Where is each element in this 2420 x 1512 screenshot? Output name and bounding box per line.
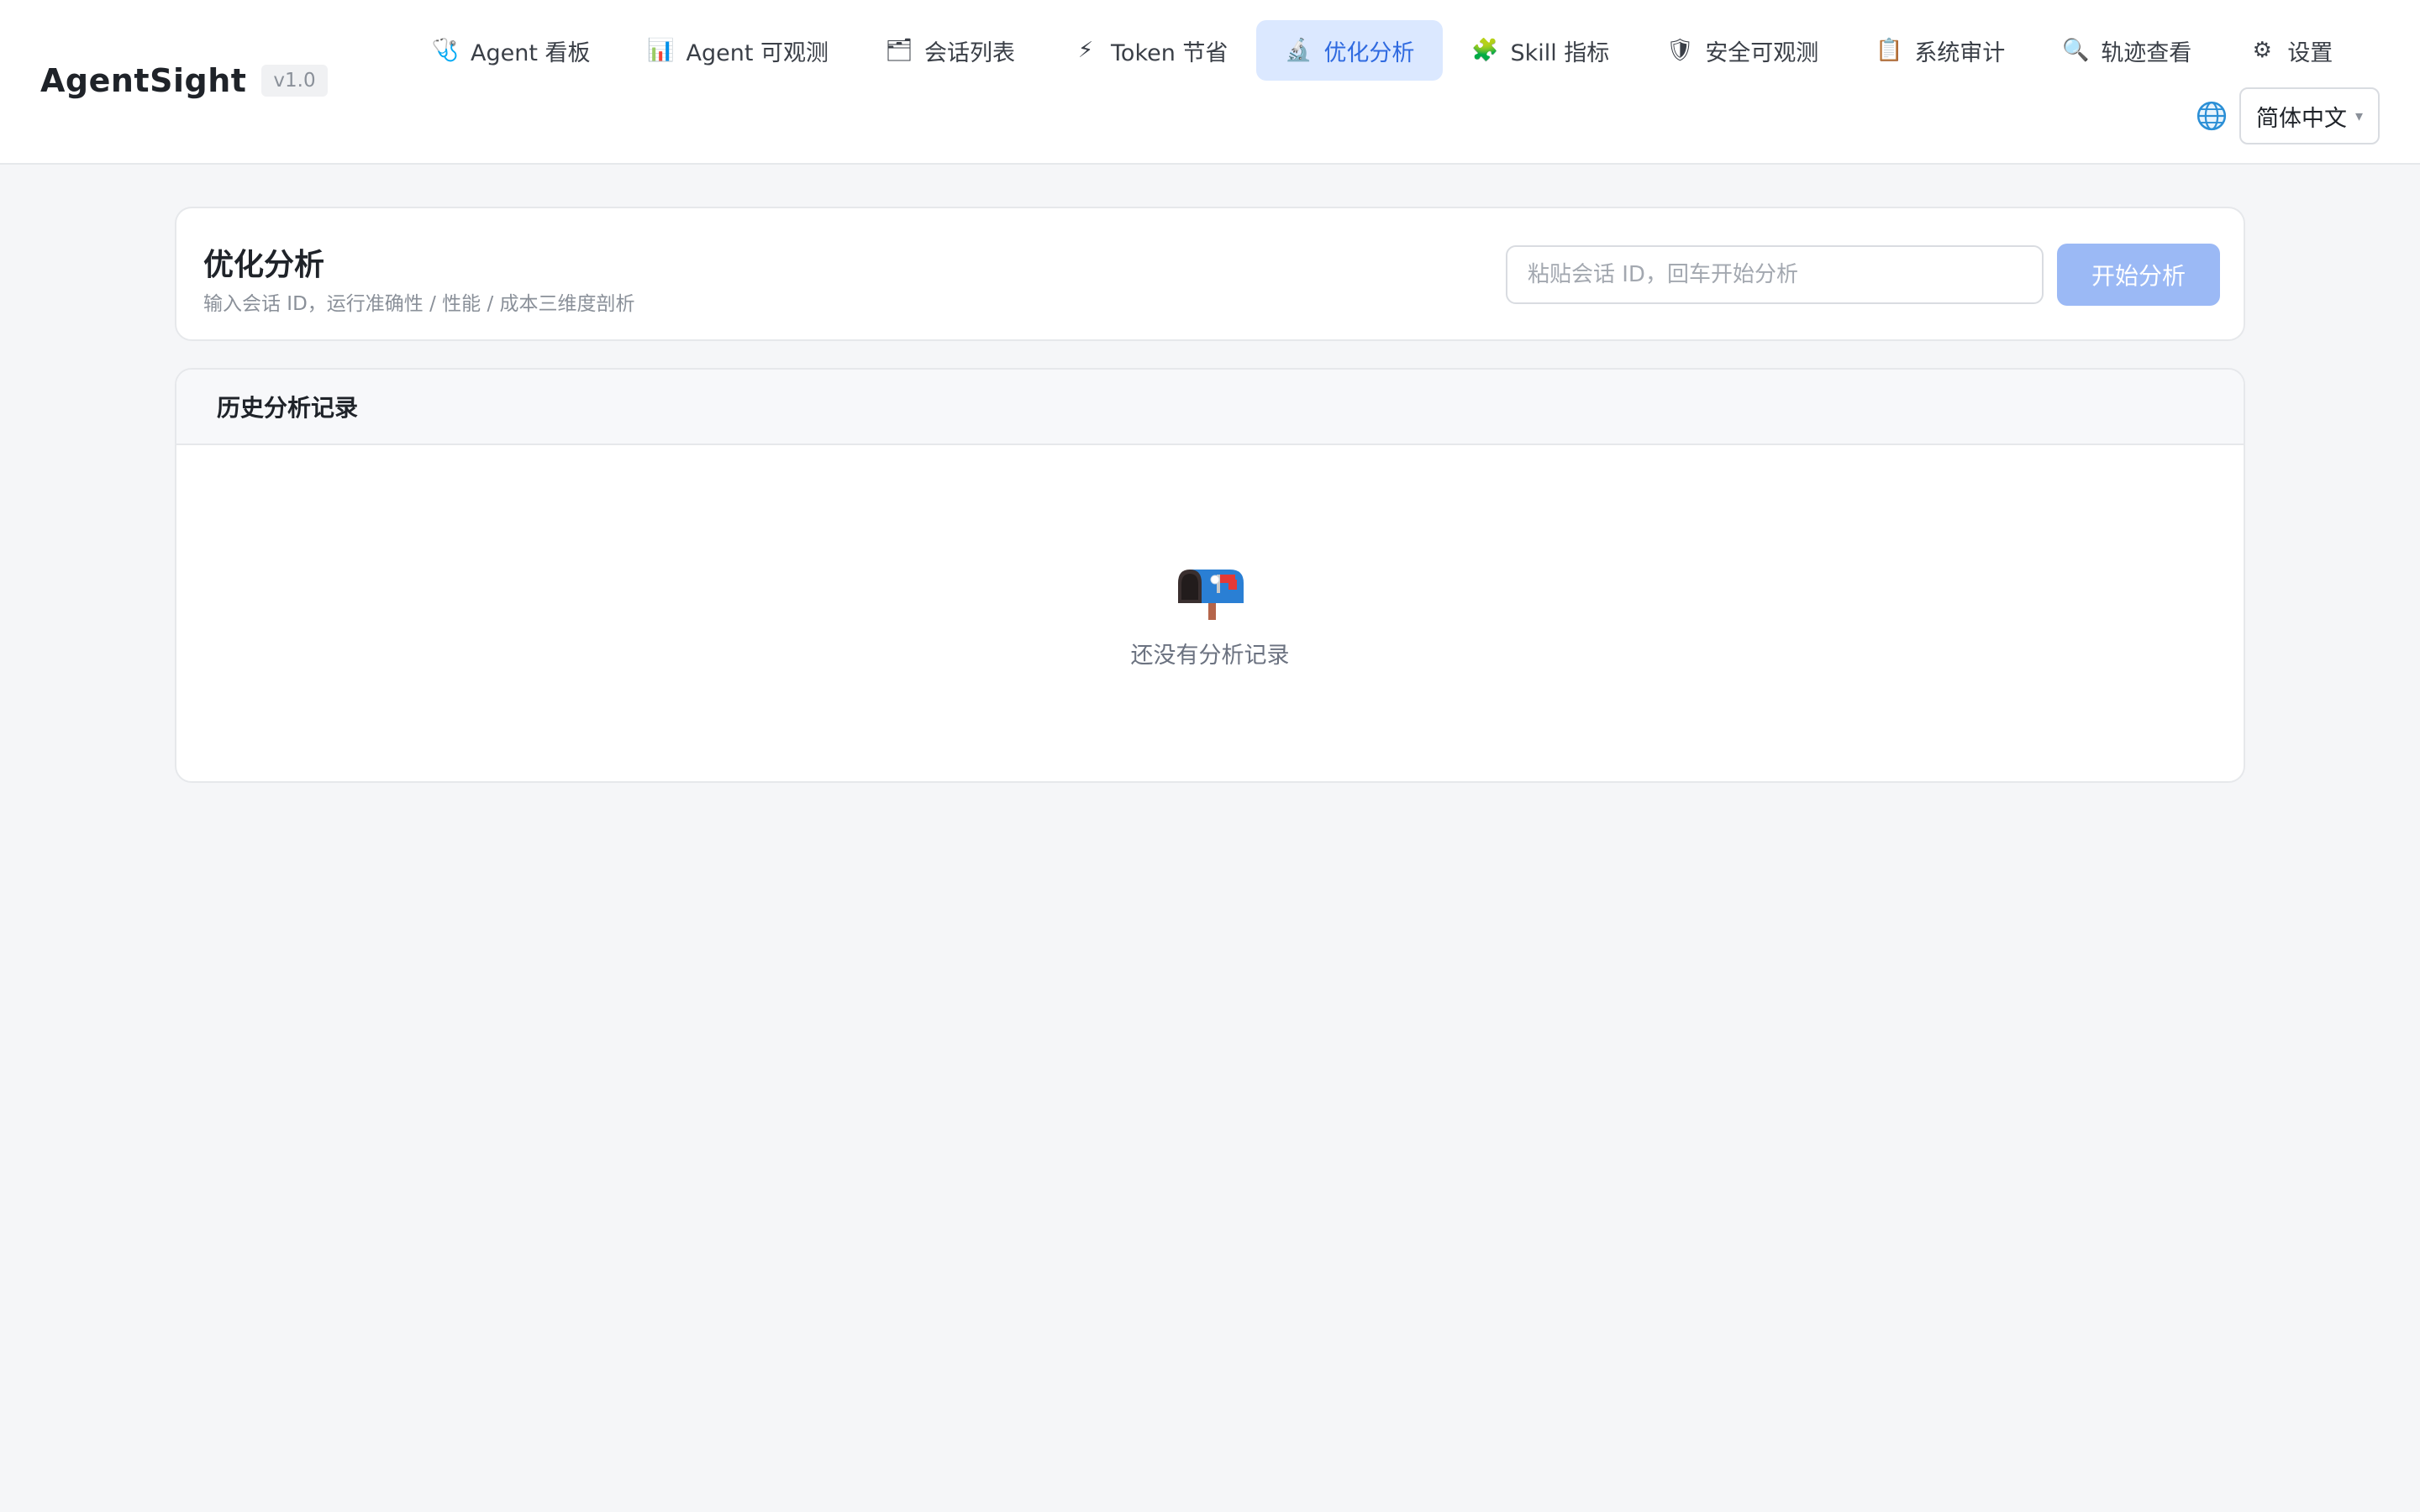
folder-icon: 🗂 [885,38,913,63]
nav-item-label: Agent 可观测 [686,39,829,66]
nav-item-label: 会话列表 [924,39,1016,66]
nav-item-shield[interactable]: 🛡 安全可观测 [1638,20,1847,81]
magnifier-icon: 🔍 [2062,38,2090,63]
nav-item-label: 轨迹查看 [2101,39,2192,66]
nav-item-label: 设置 [2287,39,2333,66]
microscope-icon: 🔬 [1285,38,1313,63]
nav-item-label: Agent 看板 [471,39,591,66]
lightning-icon: ⚡ [1077,38,1094,63]
nav-item-label: 系统审计 [1914,39,2006,66]
nav-item-label: Skill 指标 [1510,39,1610,66]
stethoscope-icon: 🩺 [431,38,460,63]
language-switcher: 简体中文 ▾ [2196,87,2380,144]
nav-item-puzzle[interactable]: 🧩 Skill 指标 [1443,20,1638,81]
mailbox-icon [1178,570,1244,620]
nav-item-bar-chart[interactable]: 📊 Agent 可观测 [619,20,858,81]
main-nav: 🩺 Agent 看板 📊 Agent 可观测 🗂 会话列表 ⚡ Token 节省 🔬 优化分析 🧩 S… [403,20,2361,81]
gear-icon: ⚙ [2252,38,2272,63]
analyze-panel: 优化分析 输入会话 ID，运行准确性 / 性能 / 成本三维度剖析 开始分析 [175,207,2245,341]
session-id-input[interactable] [1506,245,2044,304]
language-select[interactable]: 简体中文 ▾ [2238,87,2380,144]
brand-name: AgentSight [40,62,247,99]
nav-item-label: Token 节省 [1111,39,1228,66]
nav-item-magnifier[interactable]: 🔍 轨迹查看 [2033,20,2220,81]
nav-item-label: 优化分析 [1323,39,1415,66]
page-title: 优化分析 [203,248,325,282]
history-title: 历史分析记录 [176,370,2244,445]
chevron-down-icon: ▾ [2354,107,2363,125]
nav-item-microscope[interactable]: 🔬 优化分析 [1256,20,1444,81]
nav-item-stethoscope[interactable]: 🩺 Agent 看板 [403,20,619,81]
language-select-value: 简体中文 [2255,105,2347,132]
clipboard-icon: 📋 [1876,38,1903,63]
start-analysis-button[interactable]: 开始分析 [2057,244,2220,306]
shield-icon: 🛡 [1665,38,1694,63]
nav-item-lightning[interactable]: ⚡ Token 节省 [1044,20,1256,81]
puzzle-icon: 🧩 [1471,38,1499,63]
nav-item-gear[interactable]: ⚙ 设置 [2220,20,2361,81]
brand[interactable]: AgentSight v1.0 [40,62,328,99]
empty-text: 还没有分析记录 [1130,643,1290,669]
top-header: AgentSight v1.0 🩺 Agent 看板 📊 Agent 可观测 🗂 会话列表… [0,0,2420,165]
globe-icon [2196,101,2227,131]
nav-item-folder[interactable]: 🗂 会话列表 [857,20,1044,81]
page-subtitle: 输入会话 ID，运行准确性 / 性能 / 成本三维度剖析 [203,293,635,315]
history-panel: 历史分析记录 还没有分析记录 [175,368,2245,783]
nav-item-clipboard[interactable]: 📋 系统审计 [1847,20,2033,81]
bar-chart-icon: 📊 [647,38,675,63]
nav-item-label: 安全可观测 [1705,39,1819,66]
version-badge: v1.0 [261,65,328,97]
empty-state: 还没有分析记录 [176,563,2244,669]
